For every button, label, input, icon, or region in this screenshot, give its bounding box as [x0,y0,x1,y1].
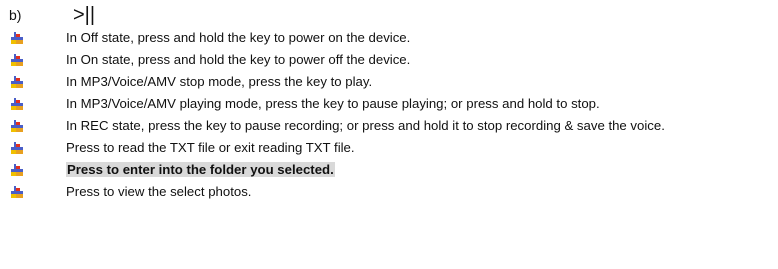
list-item-text-highlighted: Press to enter into the folder you selec… [66,162,335,177]
section-label: b) [9,7,22,23]
list-item-text: In MP3/Voice/AMV playing mode, press the… [66,96,600,111]
list-item-text: In Off state, press and hold the key to … [66,30,411,45]
section-heading: b) >|| [9,3,95,27]
list-item: In On state, press and hold the key to p… [0,49,778,71]
colored-bullet-icon [11,54,23,66]
list-item-text: In REC state, press the key to pause rec… [66,118,665,133]
play-pause-key-symbol: >|| [73,4,96,26]
document-page: b) >|| In Off state, press and hold the … [0,0,778,269]
list-item: Press to enter into the folder you selec… [0,159,778,181]
colored-bullet-icon [11,142,23,154]
colored-bullet-icon [11,120,23,132]
list-item-text: In MP3/Voice/AMV stop mode, press the ke… [66,74,373,89]
colored-bullet-icon [11,76,23,88]
list-item: In REC state, press the key to pause rec… [0,115,778,137]
key-function-list: In Off state, press and hold the key to … [0,27,778,203]
list-item: Press to view the select photos. [0,181,778,203]
list-item: In Off state, press and hold the key to … [0,27,778,49]
list-item: In MP3/Voice/AMV stop mode, press the ke… [0,71,778,93]
list-item-text: In On state, press and hold the key to p… [66,52,411,67]
list-item-text: Press to read the TXT file or exit readi… [66,140,355,155]
colored-bullet-icon [11,164,23,176]
colored-bullet-icon [11,98,23,110]
list-item: Press to read the TXT file or exit readi… [0,137,778,159]
colored-bullet-icon [11,186,23,198]
colored-bullet-icon [11,32,23,44]
list-item-text: Press to view the select photos. [66,184,252,199]
list-item: In MP3/Voice/AMV playing mode, press the… [0,93,778,115]
